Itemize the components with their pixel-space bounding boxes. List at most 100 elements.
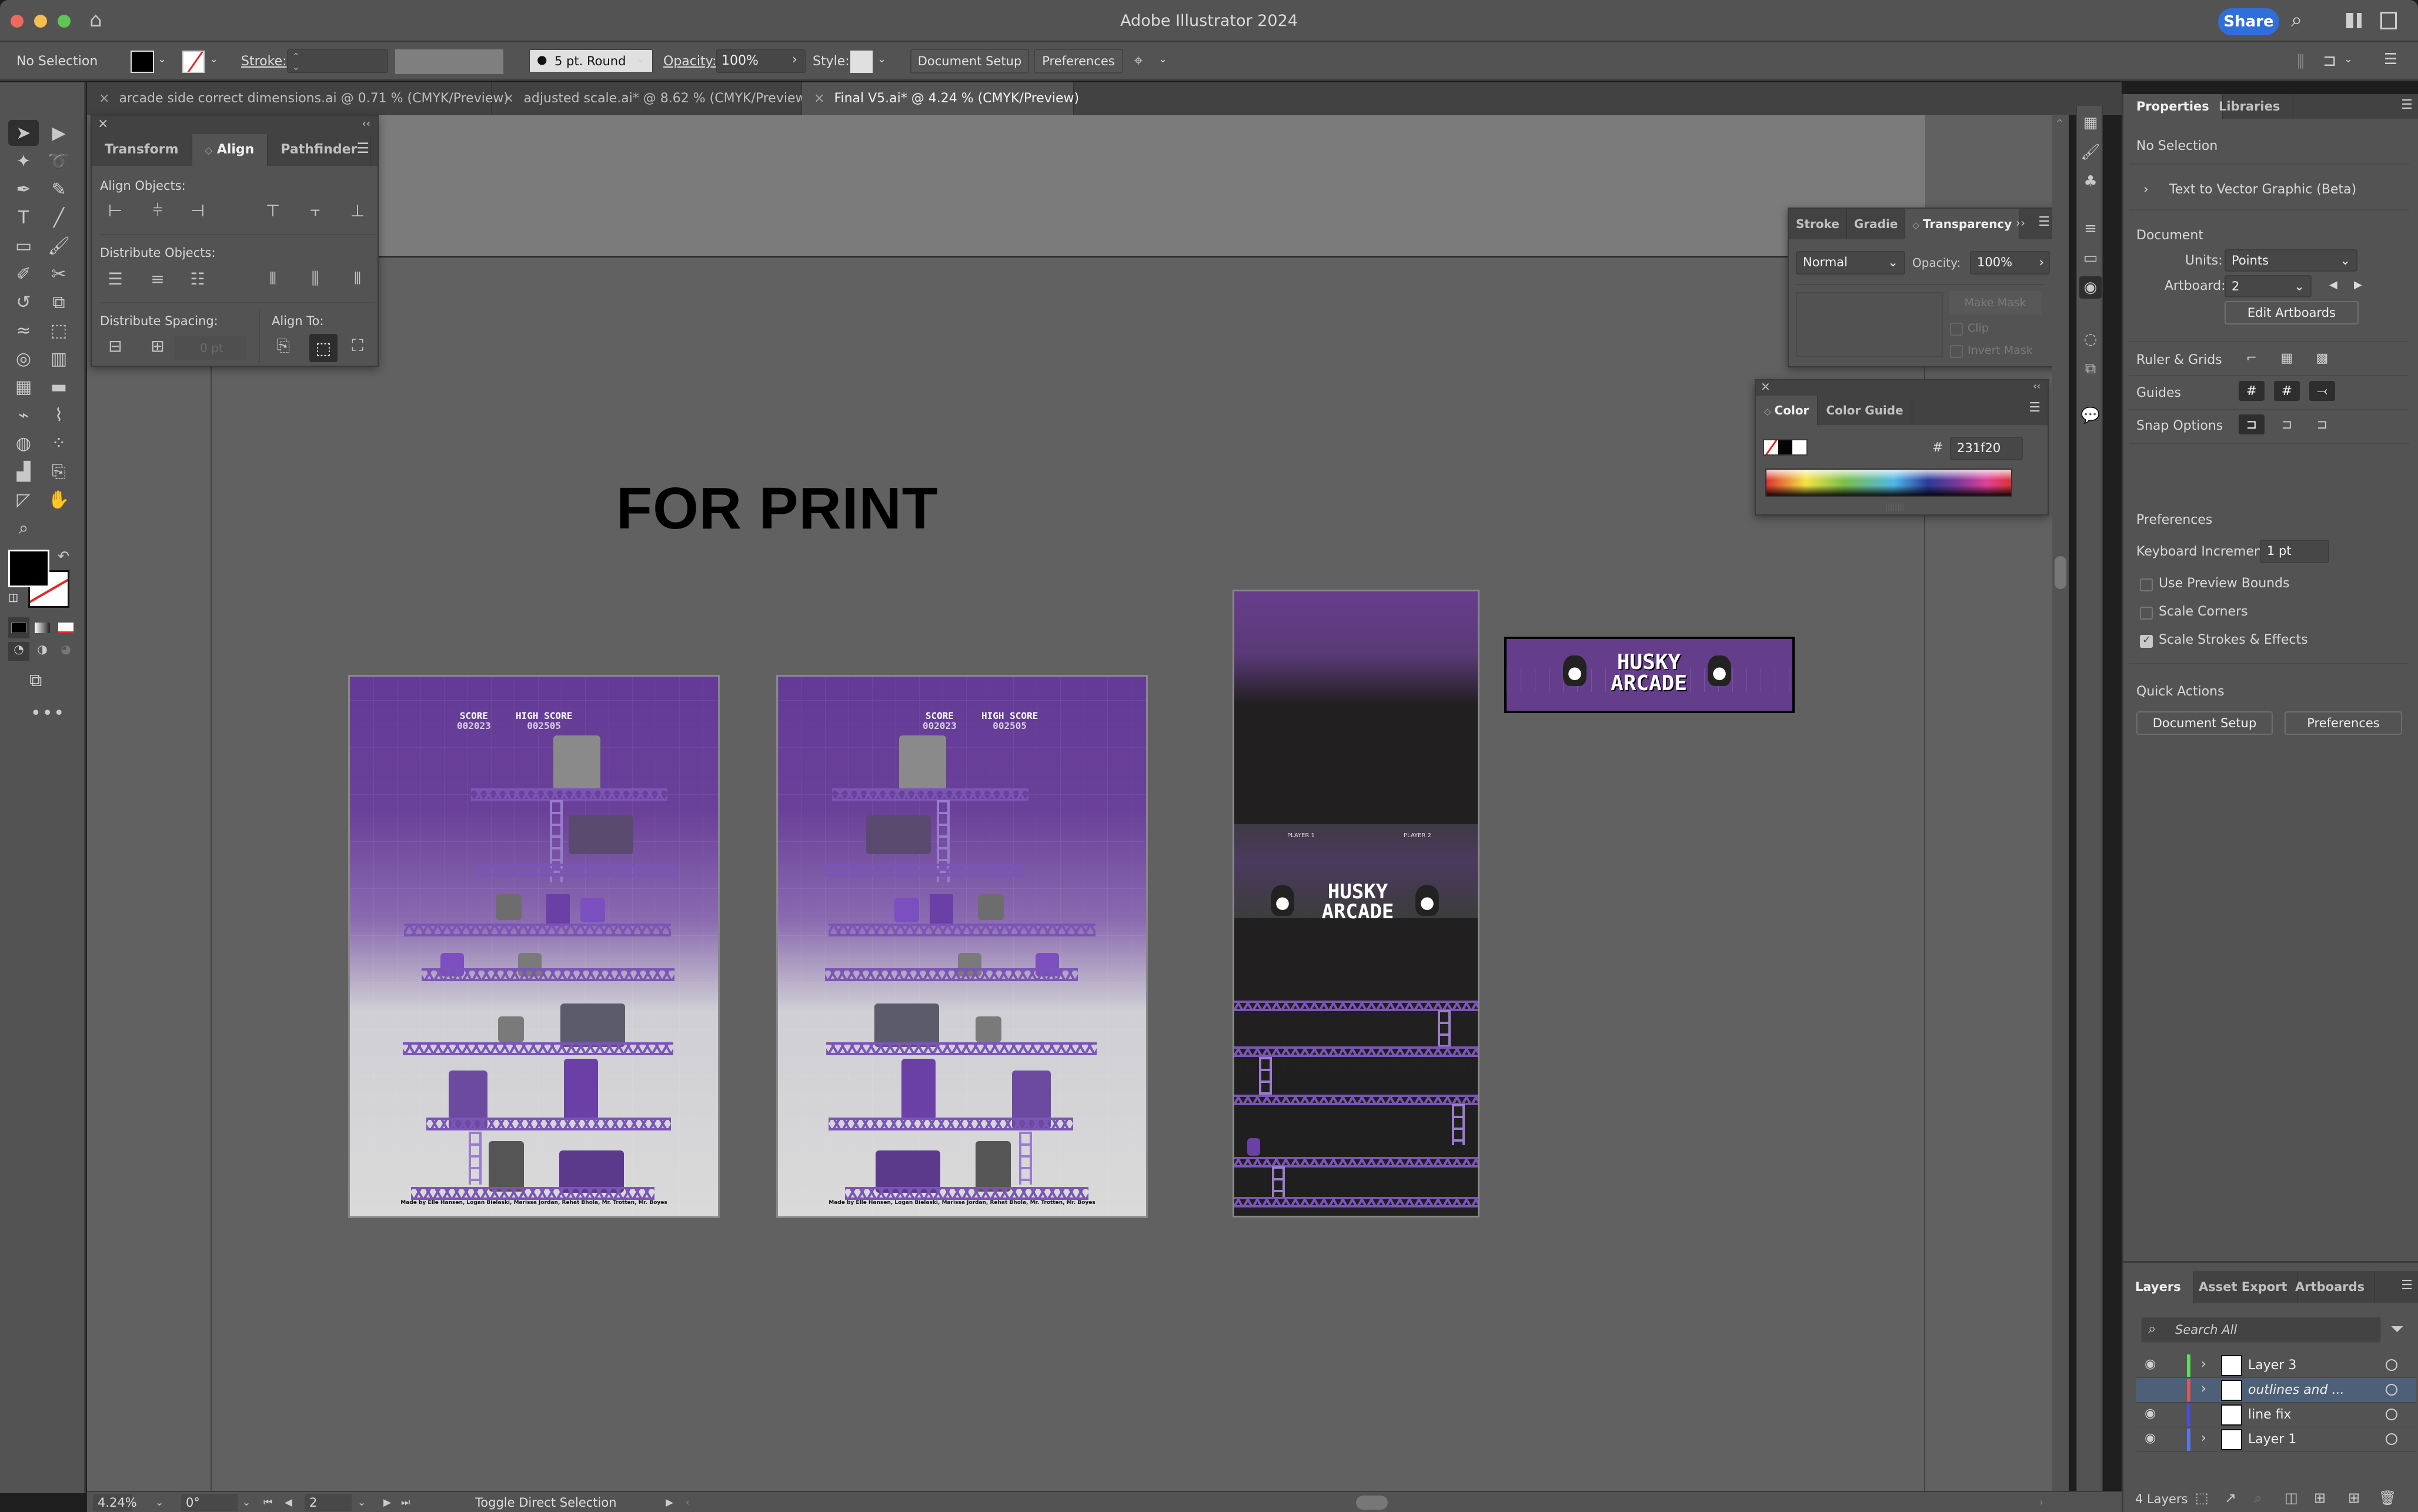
for-print-headline[interactable]: FOR PRINT <box>616 475 939 543</box>
collapse-panel-icon[interactable]: ‹‹ <box>2033 380 2040 392</box>
draw-normal-button[interactable]: ◔ <box>8 642 29 661</box>
scrollbar-thumb[interactable] <box>2055 556 2066 589</box>
brush-dropdown-chevron-icon[interactable]: ⌄ <box>636 53 645 65</box>
rotate-tool-icon[interactable]: ↺ <box>8 289 39 315</box>
tab-arcade-side[interactable]: × arcade side correct dimensions.ai @ 0.7… <box>87 82 509 115</box>
smart-guides-icon[interactable]: ⤙ <box>2309 381 2335 401</box>
snap-chevron-icon[interactable]: ⌄ <box>2344 53 2353 65</box>
previous-artboard-icon[interactable]: ◀ <box>2329 279 2337 291</box>
artboard-tool-icon[interactable]: ⎘ <box>44 459 74 484</box>
panel-header[interactable]: × ‹‹ <box>92 116 378 134</box>
rotation-chevron-icon[interactable]: ⌄ <box>242 1494 251 1511</box>
collapse-panel-icon[interactable]: ‹‹ <box>362 118 370 130</box>
poster-artboard-right[interactable]: SCORE 002023 HIGH SCORE 002505 Made by Ell… <box>776 675 1148 1218</box>
marquee-artboard[interactable]: HUSKY ARCADE <box>1504 637 1795 713</box>
layer-row[interactable]: ◉ line fix <box>2136 1403 2416 1427</box>
preferences-button[interactable]: Preferences <box>2285 711 2402 735</box>
text-to-vector-section[interactable]: Text to Vector Graphic (Beta) <box>2169 182 2356 197</box>
close-tab-icon[interactable]: × <box>814 91 824 106</box>
blend-tool-icon[interactable]: ◍ <box>8 430 39 456</box>
lock-guides-icon[interactable]: # <box>2274 381 2300 401</box>
transparency-grid-icon[interactable]: ▩ <box>2309 348 2335 368</box>
close-tab-icon[interactable]: × <box>99 91 109 106</box>
draw-inside-button[interactable]: ◕ <box>55 642 76 661</box>
align-to-artboard-icon[interactable]: ⎘ <box>273 335 294 356</box>
align-horizontal-center-icon[interactable]: ⫩ <box>147 200 168 221</box>
brushes-icon[interactable]: 🖌 <box>2079 141 2102 163</box>
next-artboard-icon[interactable]: ▶ <box>2354 279 2362 291</box>
tab-color[interactable]: ◇ Color <box>1756 396 1818 425</box>
tab-pathfinder[interactable]: Pathfinder <box>268 134 371 166</box>
graphic-style-swatch[interactable] <box>850 51 873 73</box>
comments-icon[interactable]: 💬 <box>2079 404 2102 427</box>
zoom-level-field[interactable]: 4.24% <box>93 1494 137 1511</box>
tab-color-guide[interactable]: Color Guide <box>1818 396 1912 425</box>
tab-transform[interactable]: Transform <box>92 134 192 166</box>
stroke-panel-icon[interactable]: ≡ <box>2079 218 2102 240</box>
show-guides-icon[interactable]: # <box>2239 381 2265 401</box>
spacing-field[interactable]: 0 pt <box>174 336 247 360</box>
scissors-tool-icon[interactable]: ✂ <box>44 261 74 287</box>
distribute-top-icon[interactable]: ☰ <box>105 268 126 289</box>
distribute-left-icon[interactable]: ⫴ <box>262 268 283 289</box>
filter-icon[interactable]: ⏷ <box>2390 1319 2403 1339</box>
last-artboard-icon[interactable]: ⏭ <box>401 1494 410 1511</box>
tab-artboards[interactable]: Artboards <box>2286 1271 2375 1303</box>
graphic-styles-icon[interactable]: ⧉ <box>2079 357 2102 380</box>
close-panel-icon[interactable]: × <box>98 116 108 131</box>
panel-header[interactable]: × ‹‹ <box>1756 379 2048 396</box>
distribute-right-icon[interactable]: ⫴ <box>347 268 368 289</box>
artboard-select[interactable]: 2 ⌄ <box>2225 275 2312 297</box>
scroll-up-icon[interactable]: ^ <box>2056 118 2063 129</box>
layer-name[interactable]: line fix <box>2248 1407 2292 1422</box>
blend-mode-select[interactable]: Normal ⌄ <box>1796 251 1905 275</box>
vertical-scrollbar[interactable]: ^ <box>2052 115 2069 1491</box>
artboard-chevron-icon[interactable]: ⌄ <box>358 1494 366 1511</box>
gradient-mode-button[interactable] <box>32 617 53 638</box>
rectangle-tool-icon[interactable]: ▭ <box>8 233 39 259</box>
artboard-number-field[interactable]: 2 <box>305 1494 352 1511</box>
zoom-chevron-icon[interactable]: ⌄ <box>155 1494 163 1511</box>
select-similar-chevron-icon[interactable]: ⌄ <box>1158 53 1167 65</box>
mesh-tool-icon[interactable]: ▦ <box>8 374 39 400</box>
slice-tool-icon[interactable]: ◸ <box>8 487 39 513</box>
color-spectrum[interactable] <box>1765 469 2012 497</box>
zoom-tool-icon[interactable]: ⌕ <box>8 515 39 541</box>
magic-wand-tool-icon[interactable]: ✦ <box>8 148 39 174</box>
tab-adjusted-scale[interactable]: × adjusted scale.ai* @ 8.62 % (CMYK/Previ… <box>492 82 811 115</box>
snap-to-glyph-icon[interactable]: ⊐ <box>2309 414 2335 434</box>
expand-layer-chevron-icon[interactable]: › <box>2201 1357 2206 1371</box>
color-mode-button[interactable] <box>8 617 29 638</box>
make-clipping-mask-icon[interactable]: ◫ <box>2285 1490 2298 1506</box>
gradient-panel-icon[interactable]: ▭ <box>2079 247 2102 269</box>
eye-icon[interactable]: ◉ <box>2145 1406 2156 1421</box>
align-icon[interactable]: ⫼ <box>2297 52 2305 72</box>
pen-tool-icon[interactable]: ✒ <box>8 176 39 202</box>
close-panel-icon[interactable]: × <box>1761 379 1771 393</box>
clip-checkbox[interactable] <box>1950 323 1963 336</box>
align-top-icon[interactable]: ⊤ <box>262 200 283 221</box>
poster-artboard-left[interactable]: SCORE 002023 HIGH SCORE 002505 Made by Ell… <box>348 675 720 1218</box>
tab-layers[interactable]: Layers <box>2123 1271 2193 1303</box>
style-dropdown-chevron-icon[interactable]: ⌄ <box>877 53 886 65</box>
fill-color-swatch-front[interactable] <box>8 550 49 587</box>
free-transform-tool-icon[interactable]: ⬚ <box>44 317 74 343</box>
symbol-sprayer-tool-icon[interactable]: ⁘ <box>44 430 74 456</box>
appearance-icon[interactable]: ◌ <box>2079 328 2102 350</box>
expand-layer-chevron-icon[interactable]: › <box>2201 1431 2206 1446</box>
layer-row[interactable]: ◉ › Layer 3 <box>2136 1353 2416 1378</box>
variable-width-profile[interactable] <box>395 49 503 74</box>
control-bar-menu-icon[interactable]: ☰ <box>2384 51 2397 68</box>
document-setup-button[interactable]: Document Setup <box>2136 711 2273 735</box>
stepper-icon[interactable]: ⌃ ⌄ <box>292 51 300 72</box>
stroke-dropdown-chevron-icon[interactable]: ⌄ <box>209 53 218 65</box>
scale-tool-icon[interactable]: ⧉ <box>44 289 74 315</box>
hex-color-field[interactable]: 231f20 <box>1950 437 2023 460</box>
tab-final-v5[interactable]: × Final V5.ai* @ 4.24 % (CMYK/Preview) <box>802 82 1079 115</box>
scale-corners-checkbox[interactable] <box>2140 607 2153 620</box>
distribute-vertical-center-icon[interactable]: ≡ <box>147 268 168 289</box>
opacity-field[interactable]: 100% › <box>1970 251 2050 275</box>
edit-artboards-button[interactable]: Edit Artboards <box>2225 301 2359 325</box>
layer-name[interactable]: Layer 3 <box>2248 1358 2296 1373</box>
create-new-layer-icon[interactable]: ⊞ <box>2348 1490 2360 1506</box>
